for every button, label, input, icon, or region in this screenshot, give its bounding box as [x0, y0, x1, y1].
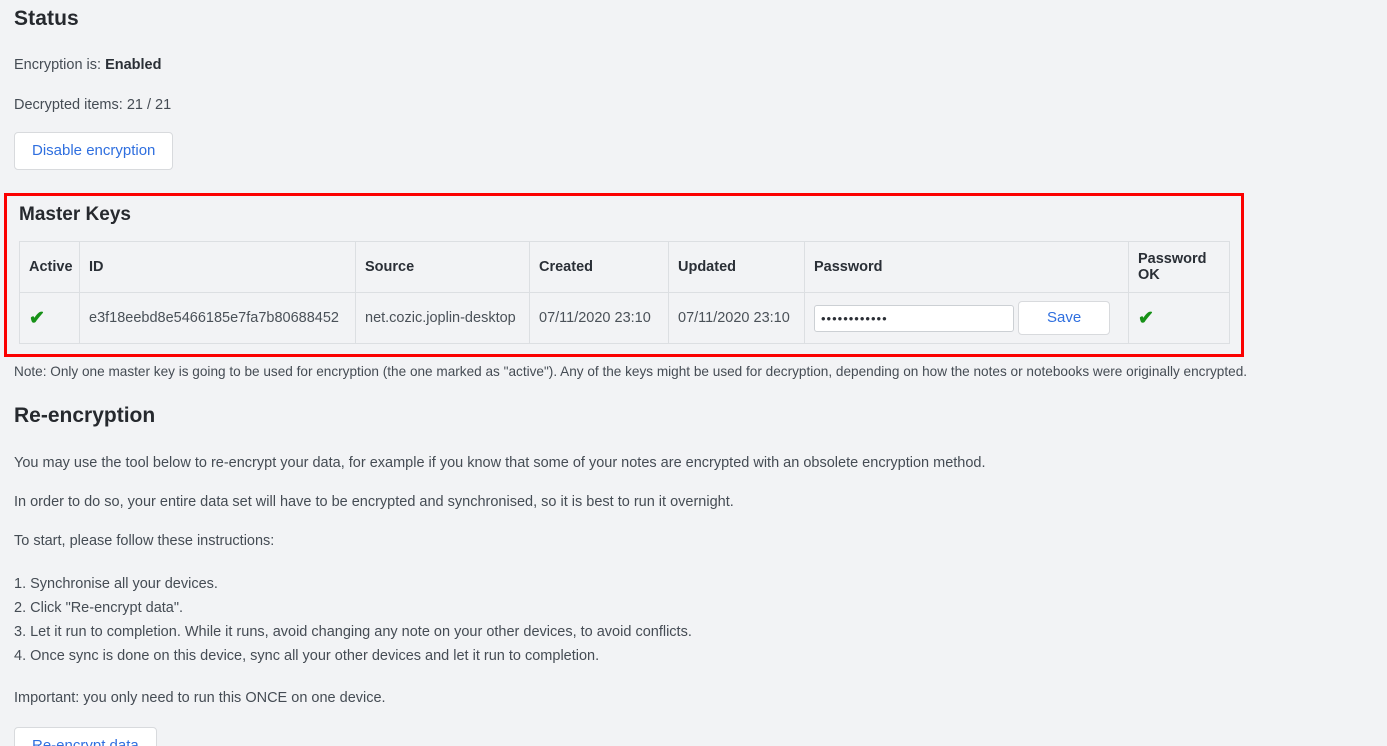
- column-header-source: Source: [356, 242, 530, 293]
- list-item: 4. Once sync is done on this device, syn…: [14, 644, 1373, 668]
- list-item: 1. Synchronise all your devices.: [14, 572, 1373, 596]
- status-heading: Status: [14, 0, 1373, 33]
- column-header-active: Active: [20, 242, 80, 293]
- check-icon-password-ok: ✔: [1138, 309, 1154, 328]
- list-item: 3. Let it run to completion. While it ru…: [14, 620, 1373, 644]
- reencrypt-data-button[interactable]: Re-encrypt data: [14, 727, 157, 746]
- cell-password-ok: ✔: [1129, 293, 1230, 344]
- cell-id: e3f18eebd8e5466185e7fa7b80688452: [80, 293, 356, 344]
- decrypted-items-line: Decrypted items: 21 / 21: [14, 96, 1373, 114]
- cell-active: ✔: [20, 293, 80, 344]
- master-keys-heading: Master Keys: [19, 202, 1229, 227]
- reencryption-important-note: Important: you only need to run this ONC…: [14, 689, 1373, 707]
- column-header-updated: Updated: [669, 242, 805, 293]
- reencryption-heading: Re-encryption: [14, 402, 1373, 430]
- check-icon-active: ✔: [29, 309, 45, 328]
- cell-updated: 07/11/2020 23:10: [669, 293, 805, 344]
- encryption-status-line: Encryption is: Enabled: [14, 56, 1373, 74]
- reencryption-paragraph-3: To start, please follow these instructio…: [14, 532, 1373, 550]
- cell-password: Save: [805, 293, 1129, 344]
- column-header-password-ok: Password OK: [1129, 242, 1230, 293]
- column-header-password: Password: [805, 242, 1129, 293]
- column-header-id: ID: [80, 242, 356, 293]
- reencrypt-button-container: Re-encrypt data: [14, 727, 1373, 746]
- encryption-status-value: Enabled: [105, 57, 161, 73]
- table-header-row: Active ID Source Created Updated Passwor…: [20, 242, 1230, 293]
- master-keys-highlight-box: Master Keys Active ID Source Created Upd…: [4, 193, 1244, 357]
- reencryption-paragraph-1: You may use the tool below to re-encrypt…: [14, 454, 1373, 472]
- disable-encryption-container: Disable encryption: [14, 132, 1373, 170]
- encryption-status-label: Encryption is:: [14, 57, 105, 73]
- table-row: ✔ e3f18eebd8e5466185e7fa7b80688452 net.c…: [20, 293, 1230, 344]
- master-keys-note: Note: Only one master key is going to be…: [14, 363, 1373, 380]
- master-key-password-input[interactable]: [814, 305, 1014, 332]
- list-item: 2. Click "Re-encrypt data".: [14, 596, 1373, 620]
- cell-created: 07/11/2020 23:10: [530, 293, 669, 344]
- master-keys-table: Active ID Source Created Updated Passwor…: [19, 241, 1230, 344]
- save-password-button[interactable]: Save: [1018, 301, 1110, 335]
- reencryption-paragraph-2: In order to do so, your entire data set …: [14, 493, 1373, 511]
- password-cell-inner: Save: [814, 301, 1119, 335]
- encryption-settings-page: Status Encryption is: Enabled Decrypted …: [0, 0, 1387, 746]
- cell-source: net.cozic.joplin-desktop: [356, 293, 530, 344]
- disable-encryption-button[interactable]: Disable encryption: [14, 132, 173, 170]
- reencryption-instructions-list: 1. Synchronise all your devices. 2. Clic…: [14, 572, 1373, 668]
- column-header-created: Created: [530, 242, 669, 293]
